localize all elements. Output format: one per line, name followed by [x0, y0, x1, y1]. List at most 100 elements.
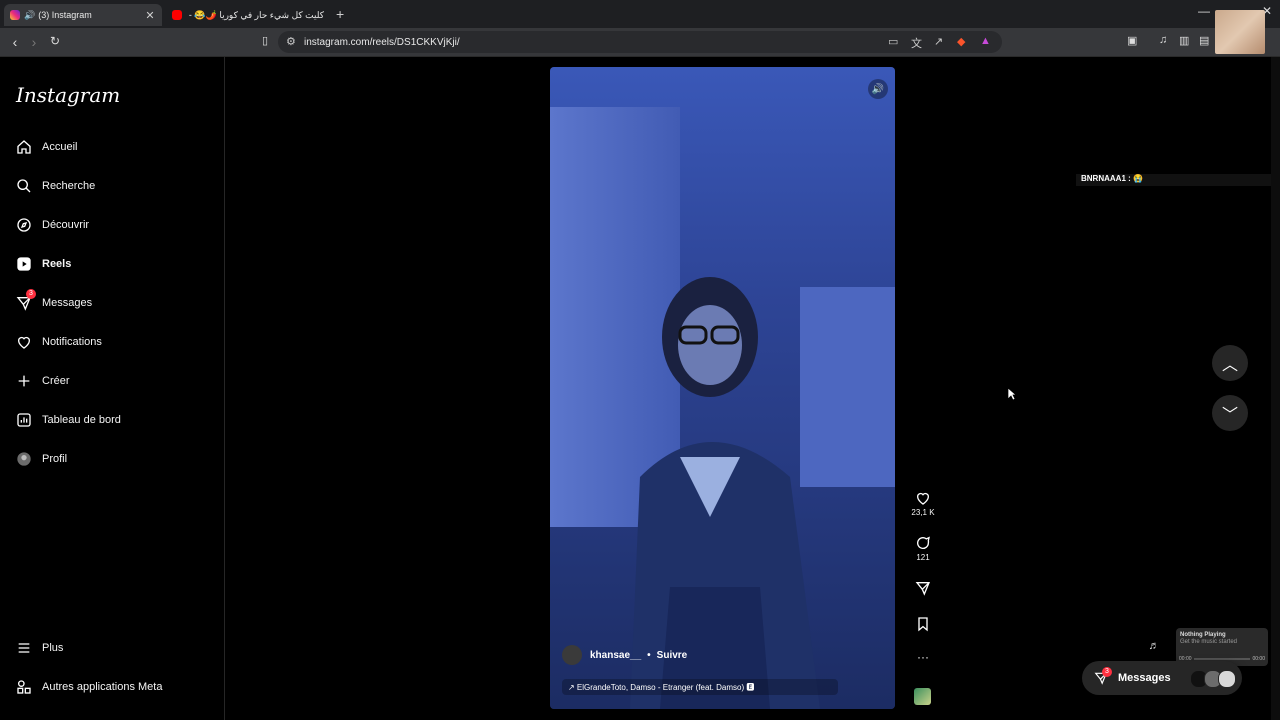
speaker-icon: 🔊	[24, 9, 36, 20]
sidebar-item-label: Accueil	[42, 141, 78, 153]
heart-icon	[917, 492, 929, 505]
back-icon[interactable]: ‹	[7, 34, 23, 50]
sidebar-item-notifications[interactable]: Notifications	[16, 334, 102, 350]
next-reel-button[interactable]: ﹀	[1212, 395, 1248, 431]
sidebar-toggle-icon[interactable]: ▥	[1179, 34, 1189, 47]
compass-icon	[17, 218, 31, 232]
sidebar-item-label: Découvrir	[42, 219, 90, 231]
reload-icon[interactable]: ↻	[47, 34, 63, 48]
stream-chat-line: BNRNAAA1 : 😭	[1076, 174, 1280, 186]
sidebar-item-profil[interactable]: Profil	[16, 451, 67, 467]
webcam-overlay-thumbnail	[1215, 10, 1265, 54]
tab-title: كليت كل شيء حار في كوريا 🌶️😂 - 😋 ce	[186, 9, 324, 20]
share-action[interactable]	[906, 580, 940, 598]
translate-icon[interactable]: 文	[911, 35, 922, 51]
tab-youtube[interactable]: كليت كل شيء حار في كوريا 🌶️😂 - 😋 ce	[166, 4, 330, 26]
heart-icon	[18, 336, 30, 349]
home-icon	[17, 140, 31, 154]
sidebar-item-plus[interactable]: Plus	[16, 640, 63, 656]
sidebar-item-accueil[interactable]: Accueil	[16, 139, 77, 155]
sidebar-item-messages[interactable]: 3 Messages	[16, 289, 93, 311]
tab-instagram[interactable]: 🔊 (3) Instagram ✕	[4, 4, 162, 26]
sidebar-item-tableau-de-bord[interactable]: Tableau de bord	[16, 412, 121, 428]
reel-audio-label[interactable]: ↗ ElGrandeToto, Damso - Etranger (feat. …	[562, 679, 838, 695]
save-action[interactable]	[906, 616, 940, 634]
like-count: 23,1 K	[911, 508, 935, 517]
contact-avatar	[1218, 670, 1236, 688]
music-icon[interactable]: ♫	[1159, 34, 1167, 46]
brave-rewards-icon[interactable]: ▲	[980, 35, 991, 47]
follow-button[interactable]: Suivre	[657, 650, 688, 661]
time-end: 00:00	[1252, 656, 1265, 662]
now-playing-subtitle: Get the music started	[1180, 639, 1238, 645]
forward-icon[interactable]: ›	[26, 34, 42, 50]
messages-floating-button[interactable]: 3 Messages	[1082, 661, 1242, 695]
sidebar-item-recherche[interactable]: Recherche	[16, 178, 95, 194]
reel-video[interactable]: 🔊 khansae__ • Suivre ↗ ElGrandeToto, Dam…	[550, 67, 895, 709]
site-settings-icon[interactable]: ⚙	[286, 35, 296, 48]
sidebar-item-label: Messages	[42, 297, 93, 309]
sidebar-item-label: Reels	[42, 258, 72, 270]
mouse-cursor-icon	[1007, 387, 1017, 401]
reel-creator: khansae__ • Suivre	[562, 645, 687, 665]
reels-icon	[17, 257, 31, 271]
sidebar-item-label: Tableau de bord	[42, 414, 121, 426]
bookmark-icon[interactable]: ▯	[257, 34, 273, 47]
like-action[interactable]: 23,1 K	[906, 490, 940, 517]
messages-pill-badge: 3	[1102, 667, 1112, 677]
instagram-favicon-icon	[10, 10, 20, 20]
audio-thumbnail[interactable]	[914, 688, 931, 705]
sidebar-item-creer[interactable]: Créer	[16, 373, 70, 389]
creator-username[interactable]: khansae__	[590, 650, 641, 661]
menu-icon	[18, 643, 30, 653]
page-scrollbar[interactable]	[1271, 57, 1280, 720]
youtube-favicon-icon	[172, 10, 182, 20]
comment-icon	[917, 536, 930, 549]
tab-title: (3) Instagram	[38, 10, 92, 20]
creator-avatar[interactable]	[562, 645, 582, 665]
sidebar-item-decouvrir[interactable]: Découvrir	[16, 217, 89, 233]
playback-progress[interactable]	[1194, 658, 1250, 660]
wallet-icon[interactable]: ▤	[1199, 34, 1209, 47]
meta-apps-icon	[17, 680, 31, 694]
more-options-icon[interactable]: ···	[906, 650, 940, 664]
sidebar-item-label: Plus	[42, 642, 64, 654]
instagram-sidebar: Instagram Accueil Recherche Découvrir Re…	[0, 57, 225, 720]
music-note-icon[interactable]: ♬	[1144, 640, 1164, 658]
sidebar-item-meta-apps[interactable]: Autres applications Meta	[16, 679, 162, 695]
sidebar-item-reels[interactable]: Reels	[16, 256, 71, 272]
search-icon	[17, 179, 31, 193]
comment-count: 121	[916, 553, 930, 562]
now-playing-title: Nothing Playing	[1180, 632, 1226, 638]
recent-contacts	[1190, 670, 1236, 688]
instagram-logo[interactable]: Instagram	[16, 83, 120, 107]
chevron-up-icon: ︿	[1221, 357, 1238, 374]
sidebar-item-label: Créer	[42, 375, 70, 387]
video-person	[630, 277, 820, 709]
address-bar[interactable]: ⚙ instagram.com/reels/DS1CKKVjKji/ ▭ 文 ↗…	[278, 31, 1002, 53]
sidebar-item-label: Notifications	[42, 336, 102, 348]
cast-icon[interactable]: ▭	[888, 35, 898, 48]
comment-action[interactable]: 121	[906, 535, 940, 562]
bookmark-icon	[918, 617, 928, 632]
url-text: instagram.com/reels/DS1CKKVjKji/	[304, 36, 460, 48]
brave-shield-icon[interactable]: ◆	[957, 35, 965, 48]
browser-toolbar: ‹ › ↻ ▯ ⚙ instagram.com/reels/DS1CKKVjKj…	[0, 28, 1280, 57]
sound-toggle-icon[interactable]: 🔊	[868, 79, 888, 99]
chevron-down-icon: ﹀	[1221, 407, 1238, 424]
share-icon[interactable]: ↗	[934, 35, 943, 48]
sidebar-item-label: Recherche	[42, 180, 96, 192]
profile-avatar	[17, 452, 31, 466]
new-tab-button[interactable]: +	[336, 6, 344, 22]
sidebar-item-label: Profil	[42, 453, 68, 465]
previous-reel-button[interactable]: ︿	[1212, 345, 1248, 381]
separator-dot: •	[647, 649, 651, 661]
send-icon	[915, 582, 930, 596]
sidebar-item-label: Autres applications Meta	[42, 681, 163, 693]
messages-badge: 3	[26, 289, 36, 299]
close-tab-icon[interactable]: ✕	[144, 9, 156, 22]
plus-icon	[18, 375, 30, 387]
screenshot-icon[interactable]: ▣	[1127, 34, 1137, 47]
messages-pill-label: Messages	[1118, 672, 1171, 684]
minimize-icon[interactable]: —	[1198, 4, 1210, 18]
